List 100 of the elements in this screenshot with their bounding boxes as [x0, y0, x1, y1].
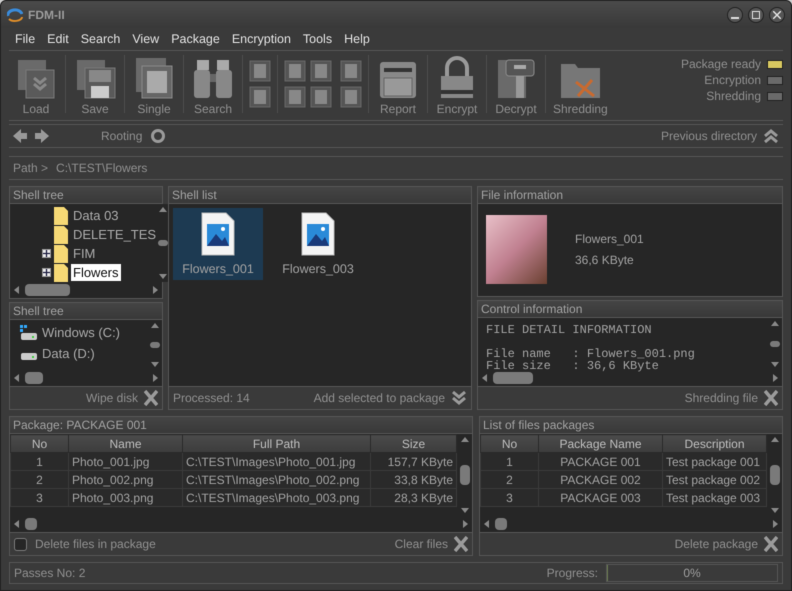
scrollbar-thumb[interactable] [158, 240, 168, 246]
scroll-up-icon[interactable] [771, 320, 779, 326]
tree-item[interactable]: FIM [71, 245, 98, 262]
scroll-up-icon[interactable] [771, 437, 779, 442]
indicator-label: Encryption [704, 73, 761, 87]
scroll-left-icon[interactable] [482, 374, 487, 382]
panel-title: Shell tree [10, 187, 162, 204]
toolbar-button[interactable]: Load [9, 56, 63, 116]
scrollbar-thumb[interactable] [770, 340, 780, 347]
scrollbar-thumb[interactable] [493, 372, 533, 384]
drive-item[interactable]: Data (D:) [42, 346, 95, 362]
refresh-icon[interactable] [150, 128, 166, 144]
drive-item[interactable]: Windows (C:) [42, 325, 120, 340]
menu-item[interactable]: Encryption [226, 32, 297, 46]
back-arrow-icon[interactable] [13, 129, 27, 143]
menu-item[interactable]: Search [74, 32, 126, 46]
scroll-left-icon[interactable] [14, 374, 19, 382]
table-cell: Photo_001.jpg [68, 452, 182, 470]
toolbar-icon[interactable] [284, 60, 306, 82]
scrollbar-thumb[interactable] [460, 465, 470, 485]
close-button[interactable] [769, 6, 785, 22]
scrollbar-thumb[interactable] [150, 342, 160, 348]
scroll-down-icon[interactable] [159, 274, 168, 280]
scroll-left-icon[interactable] [484, 520, 489, 528]
folder-icon [54, 226, 68, 244]
scroll-right-icon[interactable] [773, 520, 778, 528]
image-file-icon [201, 212, 235, 256]
scroll-right-icon[interactable] [153, 374, 158, 382]
scrollbar-thumb[interactable] [770, 465, 780, 485]
scroll-up-icon[interactable] [461, 437, 469, 442]
toolbar-icon[interactable] [310, 60, 332, 82]
scrollbar-thumb[interactable] [25, 372, 43, 384]
tree-item[interactable]: Data 03 [71, 207, 121, 224]
scroll-down-icon[interactable] [771, 508, 779, 513]
table-cell: Test package 002 [662, 470, 766, 488]
expand-icon[interactable] [42, 268, 51, 278]
scroll-up-icon[interactable] [151, 323, 159, 328]
tree-item[interactable]: Flowers [71, 264, 121, 282]
table-cell: Photo_002.png [68, 470, 182, 488]
toolbar-icon[interactable] [249, 86, 271, 108]
file-tile[interactable]: Flowers_003 [273, 208, 363, 280]
tree-item[interactable]: DELETE_TES [71, 226, 158, 244]
toolbar-button[interactable]: Shredding [548, 56, 613, 116]
table-cell: PACKAGE 003 [538, 488, 662, 506]
menu-item[interactable]: Edit [41, 32, 75, 46]
toolbar-button[interactable]: Decrypt [489, 56, 543, 116]
toolbar-icon[interactable] [284, 86, 306, 108]
folder-icon [54, 206, 68, 225]
panel-title: File information [478, 187, 782, 204]
scroll-left-icon[interactable] [14, 286, 19, 294]
scroll-down-icon[interactable] [771, 362, 779, 367]
minimize-button[interactable] [727, 6, 743, 22]
scrollbar-thumb[interactable] [25, 518, 37, 530]
toolbar-button[interactable]: Save [68, 56, 122, 116]
vertical-scrollbar[interactable] [458, 434, 472, 516]
toolbar-button[interactable]: Single [127, 56, 181, 116]
add-to-package-button[interactable]: Add selected to package [314, 390, 467, 406]
toolbar-icon[interactable] [249, 60, 271, 82]
toolbar-icon[interactable] [310, 86, 332, 108]
toolbar-icon[interactable] [340, 86, 362, 108]
menu-item[interactable]: File [9, 32, 42, 46]
scroll-right-icon[interactable] [153, 286, 158, 294]
scroll-down-icon[interactable] [461, 508, 469, 513]
column-header[interactable]: Package Name [538, 434, 662, 452]
panel-title: Shell list [169, 187, 471, 204]
file-tile[interactable]: Flowers_001 [173, 208, 263, 280]
column-header[interactable]: Size [370, 434, 456, 452]
folder-icon [54, 244, 68, 263]
vertical-scrollbar[interactable] [768, 434, 782, 516]
scroll-right-icon[interactable] [463, 520, 468, 528]
clear-files-button[interactable]: Clear files [394, 536, 468, 552]
column-header[interactable]: No [480, 434, 538, 452]
passes-count: Passes No: 2 [14, 566, 86, 580]
scroll-right-icon[interactable] [773, 374, 778, 382]
scrollbar-thumb[interactable] [495, 518, 507, 530]
column-header[interactable]: Description [662, 434, 766, 452]
scrollbar-thumb[interactable] [25, 284, 70, 296]
column-header[interactable]: Full Path [182, 434, 370, 452]
progress-label: Progress: [546, 566, 598, 580]
toolbar-button[interactable]: Report [371, 56, 425, 116]
column-header[interactable]: Name [68, 434, 182, 452]
scroll-down-icon[interactable] [151, 362, 159, 367]
menu-item[interactable]: Help [338, 32, 376, 46]
menu-item[interactable]: Package [165, 32, 226, 46]
forward-arrow-icon[interactable] [35, 129, 49, 143]
toolbar-icon[interactable] [340, 60, 362, 82]
toolbar-button[interactable]: Encrypt [430, 56, 484, 116]
checkbox[interactable] [14, 538, 27, 550]
scroll-up-icon[interactable] [159, 207, 168, 212]
menu-item[interactable]: View [126, 32, 166, 46]
previous-directory-button[interactable]: Previous directory [660, 128, 779, 144]
vertical-scrollbar[interactable] [158, 204, 168, 282]
scroll-left-icon[interactable] [14, 520, 19, 528]
column-header[interactable]: No [10, 434, 68, 452]
close-icon [144, 390, 158, 406]
expand-icon[interactable] [42, 249, 51, 258]
toolbar-button[interactable]: Search [186, 56, 240, 116]
menu-item[interactable]: Tools [296, 32, 338, 46]
checkbox-label: Delete files in package [35, 537, 156, 551]
maximize-button[interactable] [748, 6, 764, 22]
